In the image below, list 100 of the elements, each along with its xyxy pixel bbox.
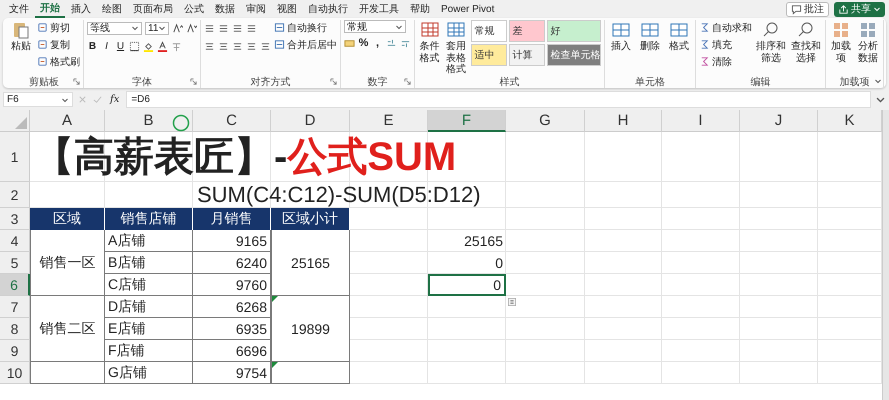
- column-header[interactable]: G: [506, 110, 585, 132]
- ribbon-tab[interactable]: 帮助: [405, 1, 435, 17]
- align-icon[interactable]: [260, 40, 271, 52]
- row-header[interactable]: 8: [0, 318, 30, 340]
- ribbon-button[interactable]: 清除: [699, 54, 752, 69]
- row-header[interactable]: 3: [0, 208, 30, 230]
- cell-style-swatch[interactable]: 适中: [470, 44, 507, 66]
- row-header[interactable]: 2: [0, 182, 30, 208]
- sheet-cell[interactable]: 0: [428, 252, 506, 274]
- column-header[interactable]: A: [30, 110, 105, 132]
- align-icon[interactable]: [232, 22, 243, 34]
- align-icon[interactable]: [246, 22, 257, 34]
- column-header[interactable]: B: [105, 110, 193, 132]
- caret-icon[interactable]: [874, 77, 882, 85]
- align-icon[interactable]: [204, 40, 215, 52]
- vertical-scrollbar[interactable]: [882, 110, 889, 400]
- ribbon-button[interactable]: 合并后居中: [274, 37, 337, 52]
- row-header[interactable]: 4: [0, 230, 30, 252]
- cell-style-swatch[interactable]: 检查单元格: [546, 44, 601, 66]
- column-header[interactable]: C: [193, 110, 271, 132]
- paste-button[interactable]: 粘贴: [8, 20, 34, 52]
- row-header[interactable]: 9: [0, 340, 30, 362]
- column-header[interactable]: K: [818, 110, 882, 132]
- ribbon-tab[interactable]: 页面布局: [128, 1, 178, 17]
- sheet-cell[interactable]: 0: [428, 274, 506, 296]
- ribbon-button[interactable]: 查找和选择: [790, 20, 822, 64]
- dialog-launcher-icon[interactable]: [404, 78, 411, 85]
- shrink-font-icon[interactable]: [186, 22, 197, 34]
- paste-options-icon[interactable]: [508, 298, 516, 306]
- column-header[interactable]: F: [428, 110, 506, 132]
- align-icon[interactable]: [218, 40, 229, 52]
- row-header[interactable]: 5: [0, 252, 30, 274]
- table-cell: F店铺: [105, 340, 193, 362]
- fill-color-icon[interactable]: [143, 40, 154, 52]
- cell-style-swatch[interactable]: 常规: [470, 20, 507, 42]
- column-header[interactable]: D: [271, 110, 350, 132]
- ribbon-tab[interactable]: 数据: [210, 1, 240, 17]
- dialog-launcher-icon[interactable]: [190, 78, 197, 85]
- row-header[interactable]: 6: [0, 274, 30, 296]
- ribbon-tab[interactable]: 开发工具: [354, 1, 404, 17]
- align-icon[interactable]: [232, 40, 243, 52]
- currency-icon[interactable]: [344, 38, 355, 48]
- ribbon-button[interactable]: 填充: [699, 37, 752, 52]
- row-header[interactable]: 7: [0, 296, 30, 318]
- font-size-dropdown[interactable]: 11: [145, 22, 169, 34]
- share-button[interactable]: 共享: [834, 2, 885, 16]
- ribbon-button[interactable]: 删除: [637, 20, 663, 52]
- format-toggle[interactable]: U: [115, 40, 126, 52]
- column-header[interactable]: J: [740, 110, 818, 132]
- name-box[interactable]: F6: [3, 92, 73, 107]
- ribbon-tab[interactable]: 插入: [66, 1, 96, 17]
- number-format-button[interactable]: ,: [372, 37, 383, 49]
- comments-button[interactable]: 批注: [786, 2, 829, 16]
- number-format-button[interactable]: %: [358, 37, 369, 49]
- grow-font-icon[interactable]: [172, 22, 183, 34]
- dialog-launcher-icon[interactable]: [330, 78, 337, 85]
- format-toggle[interactable]: I: [101, 40, 112, 52]
- dialog-launcher-icon[interactable]: [73, 78, 80, 85]
- ribbon-button[interactable]: 复制: [37, 37, 80, 52]
- column-header[interactable]: H: [585, 110, 662, 132]
- ribbon-button[interactable]: 条件格式: [418, 20, 442, 64]
- column-header[interactable]: E: [350, 110, 428, 132]
- font-name-dropdown[interactable]: 等线: [87, 22, 142, 34]
- align-icon[interactable]: [246, 40, 257, 52]
- formula-input[interactable]: =D6: [126, 91, 871, 108]
- cell-style-swatch[interactable]: 好: [546, 20, 601, 42]
- ribbon-button[interactable]: 自动换行: [274, 20, 337, 35]
- ribbon-tab[interactable]: Power Pivot: [436, 2, 500, 16]
- ribbon-tab[interactable]: 绘图: [97, 1, 127, 17]
- ribbon-button[interactable]: 格式: [666, 20, 692, 52]
- table-cell: 9165: [193, 230, 271, 252]
- number-format-dropdown[interactable]: 常规: [344, 20, 406, 33]
- align-icon[interactable]: [204, 22, 215, 34]
- ribbon-button[interactable]: 加载项: [829, 20, 853, 64]
- ribbon-button[interactable]: 套用表格格式: [444, 20, 468, 76]
- ribbon-button[interactable]: 自动求和: [699, 20, 752, 35]
- ribbon-button[interactable]: 插入: [608, 20, 634, 52]
- ribbon-tab[interactable]: 公式: [179, 1, 209, 17]
- borders-icon[interactable]: [129, 40, 140, 52]
- cell-style-swatch[interactable]: 计算: [508, 44, 545, 66]
- ribbon-tab[interactable]: 自动执行: [303, 1, 353, 17]
- column-header[interactable]: I: [662, 110, 740, 132]
- insert-function-button[interactable]: fx: [107, 94, 122, 105]
- cell-style-swatch[interactable]: 差: [508, 20, 545, 42]
- row-header[interactable]: 10: [0, 362, 30, 384]
- sheet-cell[interactable]: 25165: [428, 230, 506, 252]
- ribbon-button[interactable]: 排序和筛选: [755, 20, 787, 64]
- font-color-icon[interactable]: [157, 40, 168, 52]
- row-header[interactable]: 1: [0, 132, 30, 182]
- check-icon[interactable]: [92, 94, 103, 105]
- table-header-cell: 区域: [30, 208, 105, 230]
- align-icon[interactable]: [218, 22, 229, 34]
- ribbon-tab[interactable]: 审阅: [241, 1, 271, 17]
- ribbon-tab[interactable]: 文件: [4, 1, 34, 17]
- ribbon-tab[interactable]: 视图: [272, 1, 302, 17]
- ribbon-button[interactable]: 剪切: [37, 20, 80, 35]
- ribbon-button[interactable]: 格式刷: [37, 54, 80, 69]
- ribbon-button[interactable]: 分析数据: [856, 20, 880, 64]
- increase-decimal-icon[interactable]: [386, 38, 397, 48]
- format-toggle[interactable]: B: [87, 40, 98, 52]
